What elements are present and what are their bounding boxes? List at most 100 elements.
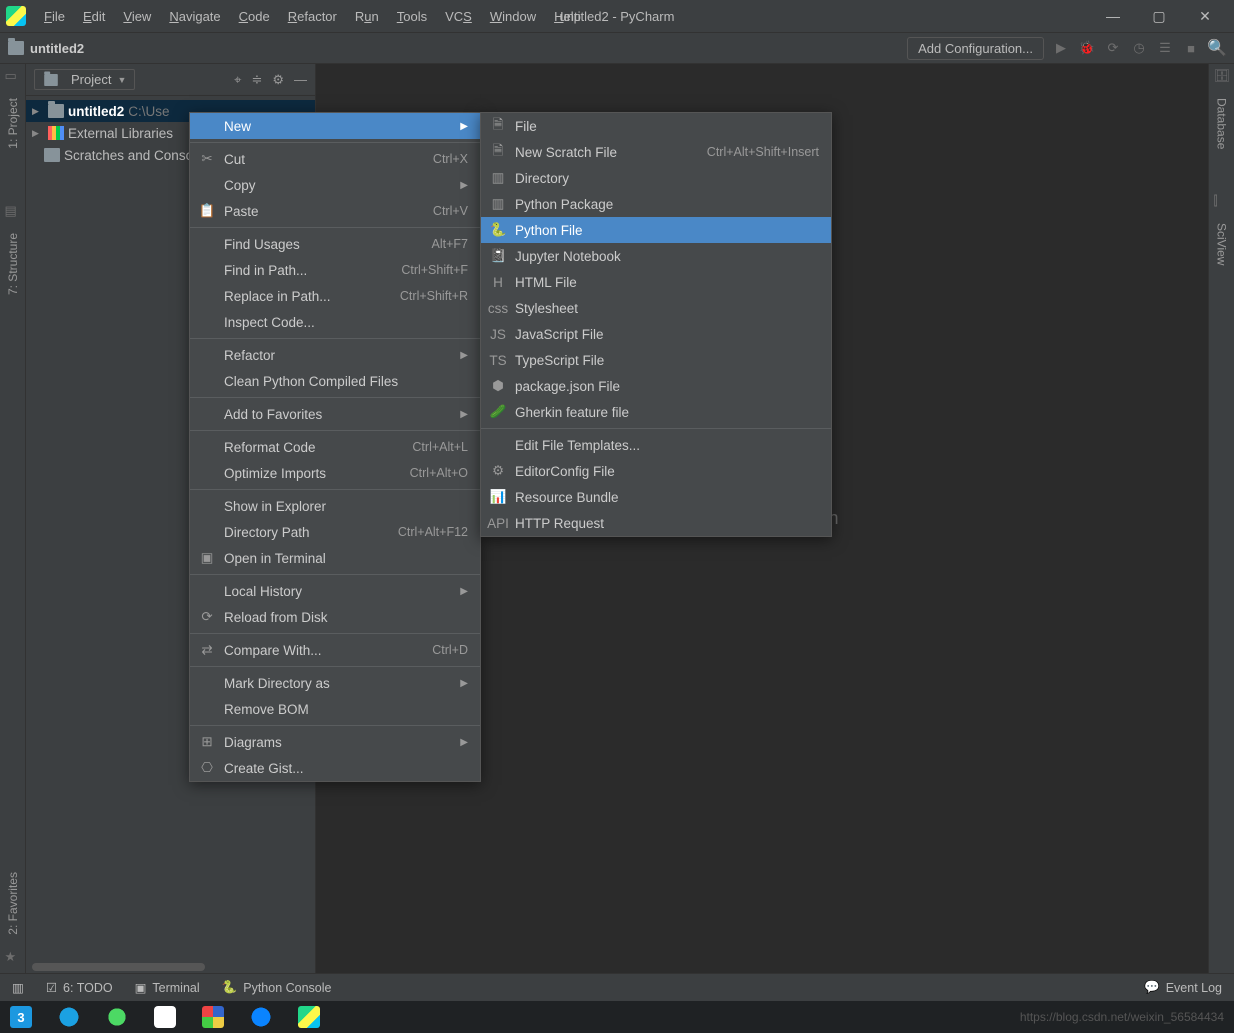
scrollbar-thumb[interactable] bbox=[32, 963, 205, 971]
structure-tab[interactable]: 7: Structure bbox=[6, 229, 20, 299]
ctx-item-refactor[interactable]: Refactor▶ bbox=[190, 342, 480, 368]
run-icon[interactable]: ▶ bbox=[1052, 39, 1070, 57]
ctx-item-diagrams[interactable]: ⊞Diagrams▶ bbox=[190, 729, 480, 755]
menu-separator bbox=[190, 430, 480, 431]
menu-item-label: Find in Path... bbox=[224, 263, 393, 278]
project-tab-icon[interactable]: ▭ bbox=[5, 68, 21, 84]
ctx-item-clean-python-compiled-files[interactable]: Clean Python Compiled Files bbox=[190, 368, 480, 394]
menu-edit[interactable]: Edit bbox=[75, 5, 113, 28]
menu-vcs[interactable]: VCS bbox=[437, 5, 480, 28]
new-item-gherkin-feature-file[interactable]: 🥒Gherkin feature file bbox=[481, 399, 831, 425]
ctx-item-reload-from-disk[interactable]: ⟳Reload from Disk bbox=[190, 604, 480, 630]
menu-view[interactable]: View bbox=[115, 5, 159, 28]
ctx-item-directory-path[interactable]: Directory PathCtrl+Alt+F12 bbox=[190, 519, 480, 545]
menu-item-label: Gherkin feature file bbox=[515, 405, 819, 420]
menu-item-label: Compare With... bbox=[224, 643, 424, 658]
new-item-editorconfig-file[interactable]: ⚙EditorConfig File bbox=[481, 458, 831, 484]
new-item-new-scratch-file[interactable]: 🗎New Scratch FileCtrl+Alt+Shift+Insert bbox=[481, 139, 831, 165]
status-event-log[interactable]: 💬Event Log bbox=[1144, 980, 1222, 995]
new-item-edit-file-templates[interactable]: Edit File Templates... bbox=[481, 432, 831, 458]
cut-icon: ✂ bbox=[198, 151, 216, 167]
project-view-selector[interactable]: Project ▼ bbox=[34, 69, 135, 90]
ctx-item-reformat-code[interactable]: Reformat CodeCtrl+Alt+L bbox=[190, 434, 480, 460]
settings-icon[interactable]: ⚙ bbox=[272, 72, 284, 88]
taskbar-app-icon[interactable] bbox=[154, 1006, 176, 1028]
menu-shortcut: Ctrl+X bbox=[433, 152, 468, 166]
coverage-icon[interactable]: ⟳ bbox=[1104, 39, 1122, 57]
ctx-item-new[interactable]: New▶ bbox=[190, 113, 480, 139]
ctx-item-show-in-explorer[interactable]: Show in Explorer bbox=[190, 493, 480, 519]
debug-icon[interactable]: 🐞 bbox=[1078, 39, 1096, 57]
menu-tools[interactable]: Tools bbox=[389, 5, 435, 28]
expand-arrow-icon[interactable]: ▶ bbox=[32, 128, 44, 139]
locate-icon[interactable]: ⌖ bbox=[234, 72, 241, 88]
new-item-directory[interactable]: ▥Directory bbox=[481, 165, 831, 191]
ctx-item-remove-bom[interactable]: Remove BOM bbox=[190, 696, 480, 722]
ctx-item-cut[interactable]: ✂CutCtrl+X bbox=[190, 146, 480, 172]
menu-code[interactable]: Code bbox=[231, 5, 278, 28]
ctx-item-open-in-terminal[interactable]: ▣Open in Terminal bbox=[190, 545, 480, 571]
ctx-item-create-gist[interactable]: ⎔Create Gist... bbox=[190, 755, 480, 781]
ctx-item-paste[interactable]: 📋PasteCtrl+V bbox=[190, 198, 480, 224]
ctx-item-find-in-path[interactable]: Find in Path...Ctrl+Shift+F bbox=[190, 257, 480, 283]
taskbar-pycharm-icon[interactable] bbox=[298, 1006, 320, 1028]
new-item-file[interactable]: 🗎File bbox=[481, 113, 831, 139]
new-item-resource-bundle[interactable]: 📊Resource Bundle bbox=[481, 484, 831, 510]
new-item-package-json-file[interactable]: ⬢package.json File bbox=[481, 373, 831, 399]
ctx-item-inspect-code[interactable]: Inspect Code... bbox=[190, 309, 480, 335]
taskbar-edge-icon[interactable] bbox=[58, 1006, 80, 1028]
add-configuration-button[interactable]: Add Configuration... bbox=[907, 37, 1044, 60]
database-tab[interactable]: Database bbox=[1215, 94, 1229, 153]
new-item-html-file[interactable]: HHTML File bbox=[481, 269, 831, 295]
ctx-item-compare-with[interactable]: ⇄Compare With...Ctrl+D bbox=[190, 637, 480, 663]
close-button[interactable]: ✕ bbox=[1182, 0, 1228, 32]
sciview-tab[interactable]: SciView bbox=[1215, 219, 1229, 269]
new-item-http-request[interactable]: APIHTTP Request bbox=[481, 510, 831, 536]
favorites-tab[interactable]: 2: Favorites bbox=[6, 868, 20, 939]
minimize-button[interactable]: — bbox=[1090, 0, 1136, 32]
profile-icon[interactable]: ◷ bbox=[1130, 39, 1148, 57]
new-item-jupyter-notebook[interactable]: 📓Jupyter Notebook bbox=[481, 243, 831, 269]
status-todo[interactable]: ☑6: TODO bbox=[46, 980, 113, 995]
new-item-javascript-file[interactable]: JSJavaScript File bbox=[481, 321, 831, 347]
search-everywhere-icon[interactable]: 🔍 bbox=[1208, 39, 1226, 57]
ctx-item-mark-directory-as[interactable]: Mark Directory as▶ bbox=[190, 670, 480, 696]
new-item-typescript-file[interactable]: TSTypeScript File bbox=[481, 347, 831, 373]
collapse-icon[interactable]: ≑ bbox=[251, 72, 262, 88]
menu-run[interactable]: Run bbox=[347, 5, 387, 28]
sciview-tab-icon[interactable]: ⫿ bbox=[1214, 193, 1230, 209]
html-icon: H bbox=[489, 275, 507, 290]
status-python-console[interactable]: 🐍Python Console bbox=[222, 980, 332, 995]
hide-icon[interactable]: — bbox=[294, 72, 307, 88]
project-panel-scrollbar[interactable] bbox=[26, 961, 315, 973]
new-item-stylesheet[interactable]: cssStylesheet bbox=[481, 295, 831, 321]
stop-icon[interactable]: ■ bbox=[1182, 39, 1200, 57]
ctx-item-find-usages[interactable]: Find UsagesAlt+F7 bbox=[190, 231, 480, 257]
expand-arrow-icon[interactable]: ▶ bbox=[32, 106, 44, 117]
menu-navigate[interactable]: Navigate bbox=[161, 5, 228, 28]
taskbar-app3-icon[interactable] bbox=[250, 1006, 272, 1028]
concurrency-icon[interactable]: ☰ bbox=[1156, 39, 1174, 57]
taskbar-3-icon[interactable]: 3 bbox=[10, 1006, 32, 1028]
tool-window-toggle[interactable]: ▥ bbox=[12, 980, 24, 995]
menu-item-label: File bbox=[515, 119, 819, 134]
favorites-tab-icon[interactable]: ★ bbox=[5, 949, 21, 965]
ctx-item-add-to-favorites[interactable]: Add to Favorites▶ bbox=[190, 401, 480, 427]
ctx-item-replace-in-path[interactable]: Replace in Path...Ctrl+Shift+R bbox=[190, 283, 480, 309]
ctx-item-local-history[interactable]: Local History▶ bbox=[190, 578, 480, 604]
status-terminal[interactable]: ▣Terminal bbox=[135, 980, 200, 995]
menu-window[interactable]: Window bbox=[482, 5, 544, 28]
project-tab[interactable]: 1: Project bbox=[6, 94, 20, 153]
menu-refactor[interactable]: Refactor bbox=[280, 5, 345, 28]
database-tab-icon[interactable]: 🗄 bbox=[1214, 68, 1230, 84]
new-item-python-package[interactable]: ▥Python Package bbox=[481, 191, 831, 217]
breadcrumb-root[interactable]: untitled2 bbox=[30, 41, 84, 56]
structure-tab-icon[interactable]: ▤ bbox=[5, 203, 21, 219]
menu-file[interactable]: File bbox=[36, 5, 73, 28]
taskbar-app2-icon[interactable] bbox=[202, 1006, 224, 1028]
taskbar-wechat-icon[interactable] bbox=[106, 1006, 128, 1028]
new-item-python-file[interactable]: 🐍Python File bbox=[481, 217, 831, 243]
ctx-item-copy[interactable]: Copy▶ bbox=[190, 172, 480, 198]
ctx-item-optimize-imports[interactable]: Optimize ImportsCtrl+Alt+O bbox=[190, 460, 480, 486]
maximize-button[interactable]: ▢ bbox=[1136, 0, 1182, 32]
